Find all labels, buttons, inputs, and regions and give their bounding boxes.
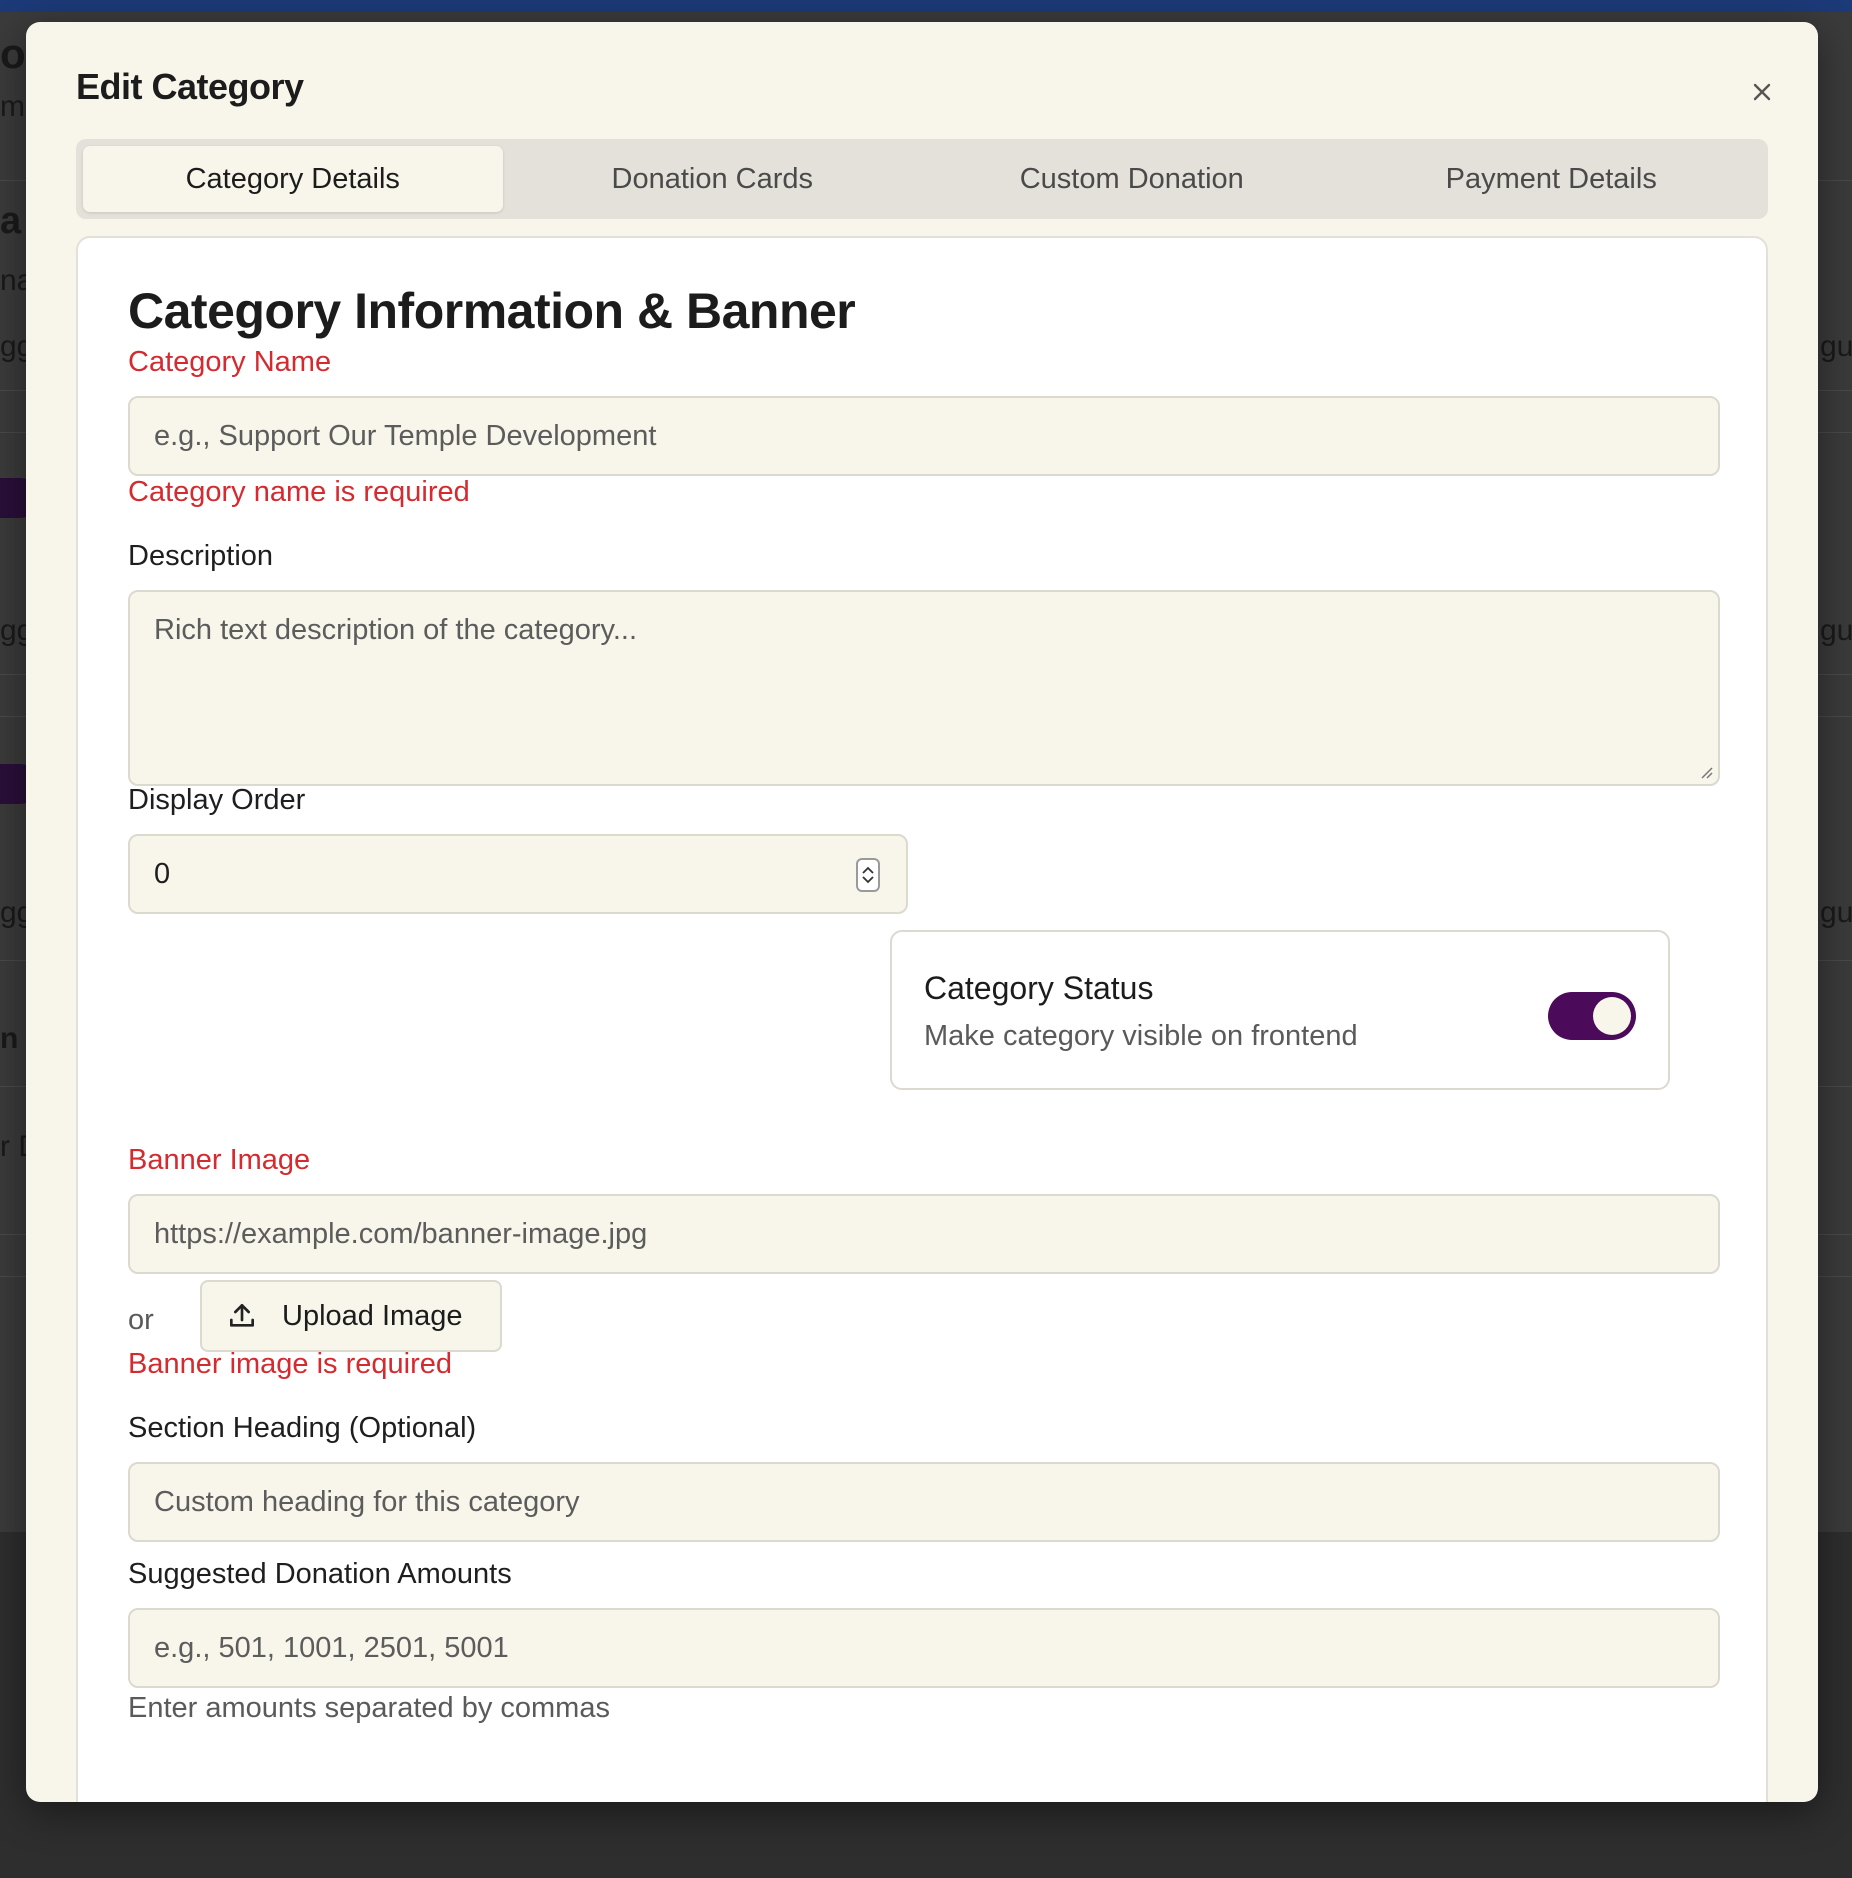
number-stepper[interactable] <box>856 858 880 892</box>
display-order-value: 0 <box>154 857 171 890</box>
description-placeholder: Rich text description of the category... <box>154 614 638 646</box>
suggested-amounts-label: Suggested Donation Amounts <box>128 1558 512 1590</box>
edit-category-modal: Edit Category Category Details Donation … <box>26 22 1818 1802</box>
display-order-input[interactable]: 0 <box>128 834 908 914</box>
description-label: Description <box>128 540 274 572</box>
category-status-card: Category Status Make category visible on… <box>890 930 1670 1090</box>
suggested-amounts-input[interactable]: e.g., 501, 1001, 2501, 5001 <box>128 1608 1720 1688</box>
suggested-amounts-help: Enter amounts separated by commas <box>128 1692 610 1724</box>
banner-image-url-input[interactable]: https://example.com/banner-image.jpg <box>128 1194 1720 1274</box>
tab-custom-donation[interactable]: Custom Donation <box>922 146 1342 212</box>
category-status-toggle[interactable] <box>1548 992 1636 1040</box>
upload-image-button[interactable]: Upload Image <box>200 1280 502 1352</box>
section-heading-label: Section Heading (Optional) <box>128 1412 477 1444</box>
panel-heading: Category Information & Banner <box>128 283 856 339</box>
tab-payment-details[interactable]: Payment Details <box>1342 146 1762 212</box>
upload-image-label: Upload Image <box>282 1299 463 1332</box>
close-button[interactable] <box>1742 72 1782 112</box>
resize-handle-icon[interactable] <box>1698 764 1714 780</box>
modal-title: Edit Category <box>76 66 304 107</box>
tab-category-details[interactable]: Category Details <box>83 146 503 212</box>
category-details-panel: Category Information & Banner Category N… <box>76 236 1768 1802</box>
section-heading-input[interactable]: Custom heading for this category <box>128 1462 1720 1542</box>
description-textarea[interactable]: Rich text description of the category... <box>128 590 1720 786</box>
background-text: n <box>0 1022 19 1055</box>
category-name-input[interactable]: e.g., Support Our Temple Development <box>128 396 1720 476</box>
close-icon <box>1753 83 1771 101</box>
display-order-label: Display Order <box>128 784 306 816</box>
banner-image-label: Banner Image <box>128 1144 311 1176</box>
tab-bar: Category Details Donation Cards Custom D… <box>76 139 1768 219</box>
chevron-up-icon[interactable] <box>862 866 874 874</box>
category-status-description: Make category visible on frontend <box>924 1020 1358 1052</box>
top-bar <box>0 0 1852 12</box>
tab-donation-cards[interactable]: Donation Cards <box>503 146 923 212</box>
category-name-label: Category Name <box>128 346 332 378</box>
category-name-error: Category name is required <box>128 476 470 508</box>
or-separator: or <box>128 1304 154 1336</box>
background-text: gun <box>1820 614 1852 647</box>
background-text: a <box>0 200 22 242</box>
background-text: m <box>0 90 25 123</box>
chevron-down-icon[interactable] <box>862 876 874 884</box>
category-status-title: Category Status <box>924 970 1154 1006</box>
banner-image-error: Banner image is required <box>128 1348 453 1380</box>
toggle-knob <box>1593 997 1631 1035</box>
background-text: gun <box>1820 330 1852 363</box>
upload-icon <box>230 1304 254 1327</box>
background-text: gun <box>1820 896 1852 929</box>
